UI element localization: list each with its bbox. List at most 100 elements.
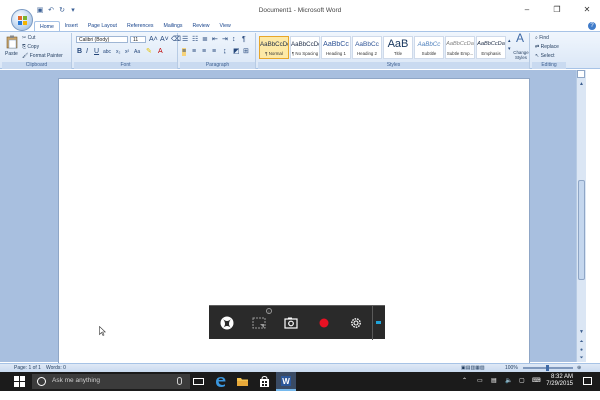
grow-font-icon[interactable]: A˄ [149,36,158,44]
style-normal[interactable]: AaBbCcDc ¶ Normal [259,36,289,59]
edge-icon[interactable] [214,375,227,388]
zoom-level[interactable]: 100% [505,365,518,371]
minimize-button[interactable]: ‒ [522,5,532,15]
search-box[interactable]: Ask me anything [32,374,190,389]
info-icon[interactable]: i [266,308,272,314]
next-page-icon[interactable]: ⏷ [577,354,586,362]
word-taskbar-button[interactable]: W [276,372,296,391]
strikethrough-icon[interactable]: abc [103,48,111,56]
help-icon[interactable]: ? [588,22,596,30]
format-painter-button[interactable]: 🖌 Format Painter [22,53,63,59]
task-view-icon[interactable] [192,375,205,388]
record-that-icon[interactable] [251,315,267,331]
shading-icon[interactable]: ◩ [233,48,240,56]
underline-icon[interactable]: U [94,48,99,56]
align-center-icon[interactable]: ≡ [192,48,196,56]
select-button[interactable]: ↖ Select [535,53,555,59]
xbox-icon[interactable] [219,315,235,331]
message-icon[interactable]: ▢ [519,377,525,384]
style-no-spacing[interactable]: AaBbCcDc ¶ No Spacing [290,36,320,59]
show-formatting-icon[interactable]: ¶ [242,36,246,44]
word-count[interactable]: Words: 0 [46,365,66,371]
decrease-indent-icon[interactable]: ⇤ [212,36,218,44]
font-size-combo[interactable]: 11 [130,36,146,43]
title-bar: ▣ ↶ ↻ ▾ Document1 - Microsoft Word ‒ ❐ ✕ [0,0,600,20]
style-emphasis[interactable]: AaBbCcDa Emphasis [476,36,506,59]
network-icon[interactable]: ▤ [491,377,497,384]
office-button[interactable] [11,9,33,31]
style-sample: AaBbCcDc [260,41,288,48]
maximize-button[interactable]: ❐ [552,5,562,15]
style-sample: AaB [387,38,409,50]
bullets-icon[interactable]: ☰ [182,36,188,44]
style-subtle-emphasis[interactable]: AaBbCcDa Subtle Emp... [445,36,475,59]
numbering-icon[interactable]: ☷ [192,36,198,44]
scroll-down-icon[interactable]: ▼ [577,328,586,336]
style-subtitle[interactable]: AaBbCc Subtitle [414,36,444,59]
record-icon[interactable] [316,315,332,331]
align-right-icon[interactable]: ≡ [202,48,206,56]
status-bar: Page: 1 of 1 Words: 0 ▣▤▥▦▧ 100% ⊕ [0,363,600,372]
subscript-icon[interactable]: x₂ [116,48,120,56]
style-sample: AaBbCcDa [446,41,474,47]
view-buttons[interactable]: ▣▤▥▦▧ [461,365,485,371]
font-group: Calibri (Body) 11 A˄ A˅ ⌫ B I U abc x₂ x… [74,33,181,69]
bold-icon[interactable]: B [77,48,82,56]
replace-button[interactable]: ⇄ Replace [535,44,559,50]
prev-page-icon[interactable]: ⏶ [577,338,586,346]
paste-icon[interactable] [6,35,18,49]
view-ruler-button[interactable] [577,70,585,78]
page-count[interactable]: Page: 1 of 1 [14,365,41,371]
zoom-in-icon[interactable]: ⊕ [577,365,581,371]
window-controls: ‒ ❐ ✕ [522,5,592,15]
settings-icon[interactable] [348,315,364,331]
action-center-icon[interactable] [583,377,592,385]
paste-button[interactable]: Paste [5,51,18,57]
file-explorer-icon[interactable] [236,375,249,388]
scroll-thumb[interactable] [578,180,585,280]
word-app-icon: W [281,376,291,386]
game-bar-divider [372,306,373,340]
superscript-icon[interactable]: x² [125,48,129,56]
zoom-slider-thumb[interactable] [546,365,549,371]
vertical-scrollbar[interactable]: ▲ ▼ ⏶ ● ⏷ [576,70,586,362]
taskbar-clock[interactable]: 8:32 AM 7/29/2015 [546,374,573,388]
change-styles-icon[interactable]: A [516,32,524,44]
highlight-icon[interactable]: ✎ [146,48,152,56]
scroll-up-icon[interactable]: ▲ [577,80,586,88]
cut-button[interactable]: ✂ Cut [22,35,35,41]
change-styles-button[interactable]: Change Styles [512,50,530,60]
copy-button[interactable]: ⎘ Copy [22,44,39,50]
sort-icon[interactable]: ↕ [232,36,236,44]
italic-icon[interactable]: I [86,48,88,56]
multilevel-list-icon[interactable]: ≣ [202,36,208,44]
line-spacing-icon[interactable]: ↨ [223,48,227,56]
change-case-icon[interactable]: Aa [134,48,140,56]
volume-icon[interactable]: 🔈 [505,377,512,384]
borders-icon[interactable]: ⊞ [243,48,249,56]
find-button[interactable]: ⌕ Find [535,35,549,41]
battery-icon[interactable]: ▭ [477,377,483,384]
format-painter-label: Format Painter [29,53,63,59]
styles-scroll-icon[interactable]: ▴ ▾ [508,37,511,53]
style-label: Subtitle [421,51,437,56]
font-color-icon[interactable]: A [158,48,163,56]
align-left-icon[interactable]: ≡ [182,48,187,56]
screenshot-icon[interactable] [283,315,299,331]
increase-indent-icon[interactable]: ⇥ [222,36,228,44]
keyboard-icon[interactable]: ⌨ [532,377,541,384]
justify-icon[interactable]: ≡ [212,48,216,56]
show-hidden-icons[interactable]: ⌃ [462,377,467,384]
style-heading-1[interactable]: AaBbCc Heading 1 [321,36,351,59]
style-title[interactable]: AaB Title [383,36,413,59]
paragraph-label: Paragraph [180,62,255,69]
close-button[interactable]: ✕ [582,5,592,15]
windows-start-icon[interactable] [14,376,25,387]
font-name-combo[interactable]: Calibri (Body) [76,36,128,43]
game-bar-drag-handle[interactable] [376,321,381,324]
browse-object-icon[interactable]: ● [577,346,586,354]
style-heading-2[interactable]: AaBbCc Heading 2 [352,36,382,59]
store-icon[interactable] [258,375,271,388]
microphone-icon[interactable] [177,377,182,385]
shrink-font-icon[interactable]: A˅ [160,36,169,44]
